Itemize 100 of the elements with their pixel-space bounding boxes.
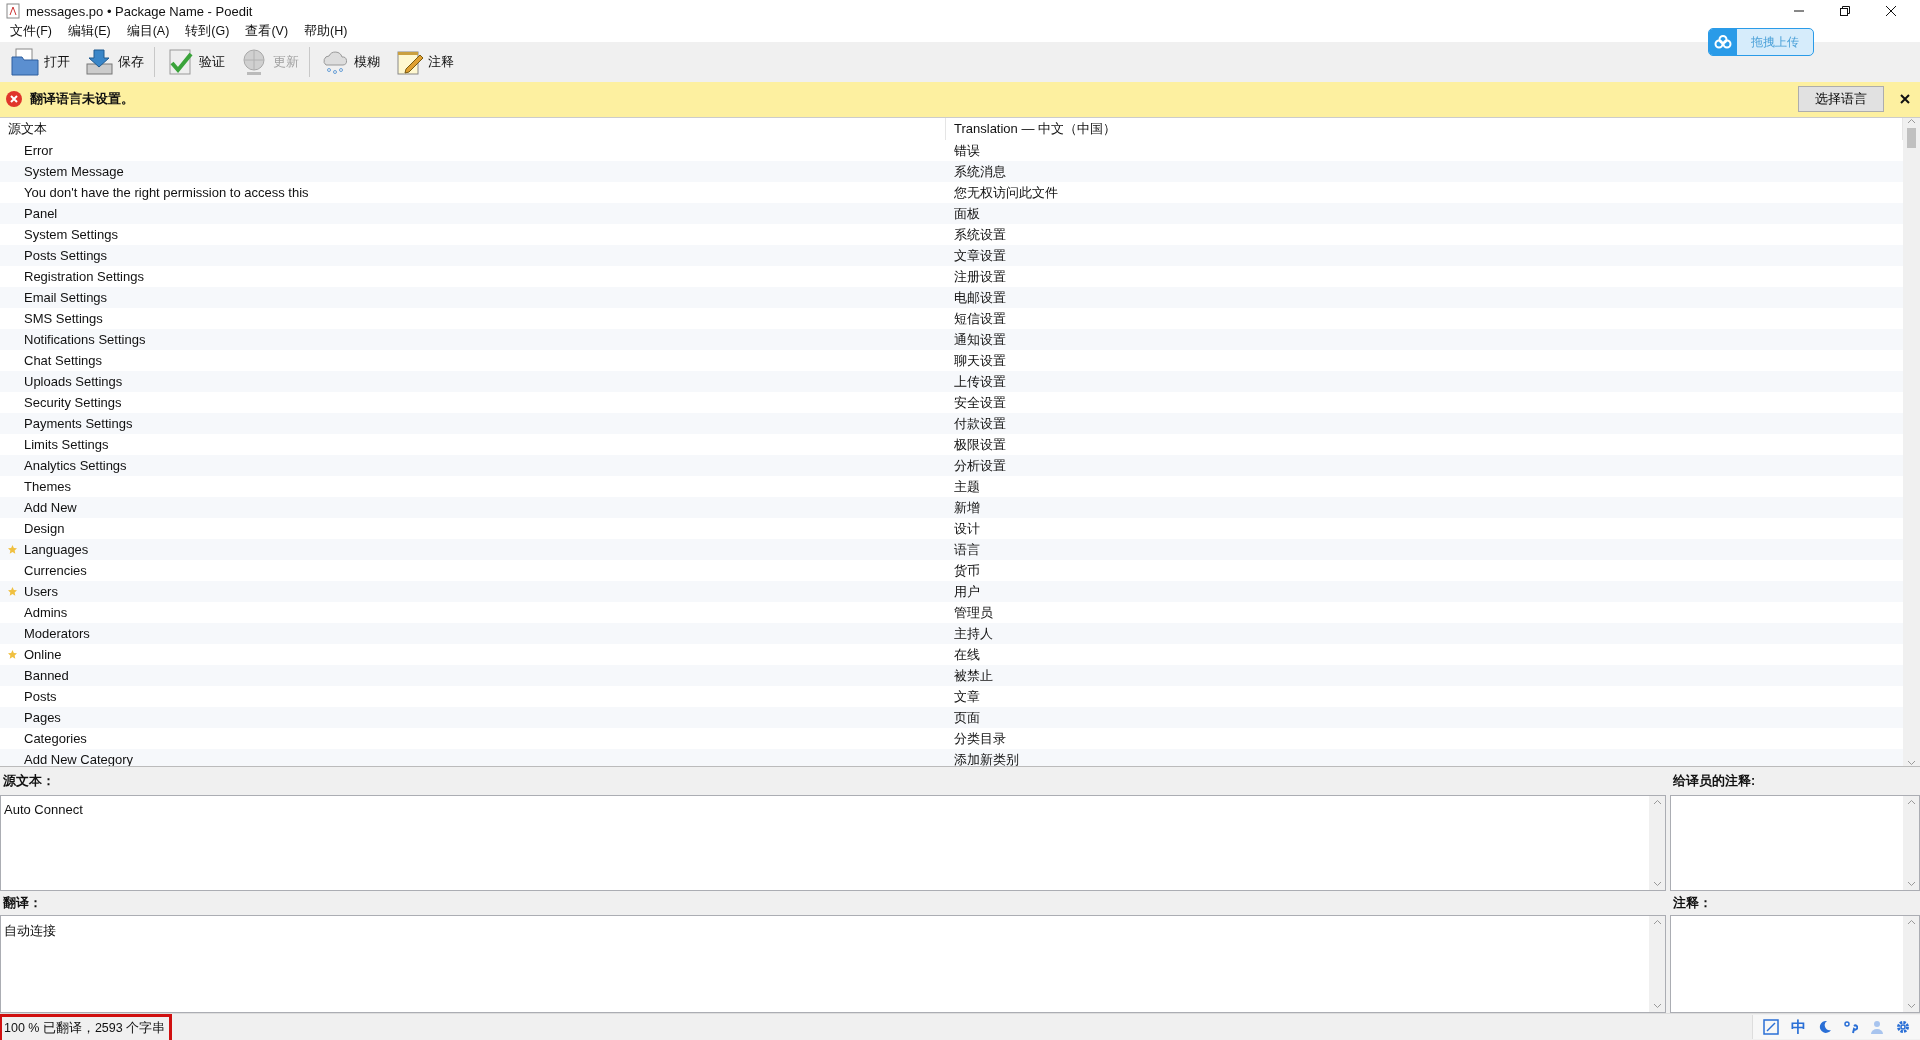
scrollbar-thumb[interactable] bbox=[1907, 128, 1916, 149]
comment-label: 注释： bbox=[1672, 894, 1713, 912]
toolbar-button[interactable]: 验证 bbox=[159, 43, 231, 80]
toolbar-button[interactable]: 保存 bbox=[78, 43, 150, 80]
folder-icon bbox=[10, 46, 40, 77]
scroll-up-icon[interactable] bbox=[1652, 919, 1662, 926]
translation-cell: 分析设置 bbox=[954, 456, 1006, 475]
close-icon[interactable] bbox=[1900, 94, 1910, 105]
translation-cell: 短信设置 bbox=[954, 309, 1006, 328]
translation-cell: 文章设置 bbox=[954, 246, 1006, 265]
menu-item[interactable]: 编目(A) bbox=[118, 23, 178, 41]
menu-item[interactable]: 转到(G) bbox=[177, 23, 238, 41]
pen-icon[interactable] bbox=[1763, 1019, 1779, 1036]
translation-cell: 被禁止 bbox=[954, 666, 993, 685]
source-cell: Email Settings bbox=[24, 290, 108, 306]
menu-item[interactable]: 编辑(E) bbox=[59, 23, 119, 41]
warning-message: 翻译语言未设置。 bbox=[30, 90, 135, 109]
source-cell: Posts bbox=[24, 689, 57, 705]
source-cell: Moderators bbox=[24, 626, 90, 642]
app-icon bbox=[6, 3, 20, 19]
scroll-up-icon[interactable] bbox=[1907, 118, 1916, 125]
drive-arrow-icon bbox=[84, 46, 114, 77]
source-cell: Pages bbox=[24, 710, 61, 726]
source-cell: Registration Settings bbox=[24, 269, 144, 285]
moon-icon[interactable] bbox=[1818, 1020, 1832, 1035]
menu-item[interactable]: 查看(V) bbox=[237, 23, 297, 41]
menu-item[interactable]: 帮助(H) bbox=[296, 23, 356, 41]
source-cell: Categories bbox=[24, 731, 87, 747]
source-cell: SMS Settings bbox=[24, 311, 103, 327]
translation-cell: 添加新类别 bbox=[954, 750, 1019, 767]
restore-icon[interactable] bbox=[1840, 6, 1850, 16]
source-cell: Admins bbox=[24, 605, 68, 621]
scroll-down-icon[interactable] bbox=[1906, 881, 1916, 888]
text-area[interactable] bbox=[1670, 795, 1920, 892]
scroll-up-icon[interactable] bbox=[1906, 919, 1916, 926]
source-cell: Notifications Settings bbox=[24, 332, 146, 348]
input-mode-indicator[interactable]: 中 bbox=[1791, 1017, 1806, 1037]
source-cell: Languages bbox=[24, 542, 89, 558]
translation-cell: 面板 bbox=[954, 204, 980, 223]
translation-cell: 系统设置 bbox=[954, 225, 1006, 244]
star-icon bbox=[8, 587, 17, 597]
toolbar-button[interactable]: 打开 bbox=[4, 43, 76, 80]
star-icon bbox=[8, 650, 17, 660]
translation-cell: 上传设置 bbox=[954, 372, 1006, 391]
user-icon[interactable] bbox=[1870, 1020, 1884, 1035]
source-cell: Design bbox=[24, 521, 65, 537]
source-cell: Panel bbox=[24, 206, 58, 222]
source-cell: Posts Settings bbox=[24, 248, 108, 264]
scroll-down-icon[interactable] bbox=[1907, 760, 1916, 767]
scroll-down-icon[interactable] bbox=[1652, 1003, 1662, 1010]
translation-cell: 电邮设置 bbox=[954, 288, 1006, 307]
translation-cell: 通知设置 bbox=[954, 330, 1006, 349]
toolbar-button[interactable]: 注释 bbox=[388, 43, 460, 80]
window-title: messages.po • Package Name - Poedit bbox=[26, 3, 254, 19]
choose-language-button[interactable]: 选择语言 bbox=[1798, 86, 1884, 113]
translation-cell: 新增 bbox=[954, 498, 980, 517]
source-cell: Add New Category bbox=[24, 752, 134, 767]
source-cell: Payments Settings bbox=[24, 416, 133, 432]
translation-cell: 在线 bbox=[954, 645, 980, 664]
source-cell: Currencies bbox=[24, 563, 87, 579]
upload-label: 拖拽上传 bbox=[1750, 33, 1800, 51]
translation-cell: 注册设置 bbox=[954, 267, 1006, 286]
scroll-down-icon[interactable] bbox=[1906, 1003, 1916, 1010]
cloud-icon bbox=[1714, 35, 1732, 49]
source-cell: Security Settings bbox=[24, 395, 122, 411]
source-cell: Banned bbox=[24, 668, 69, 684]
translation-cell: 付款设置 bbox=[954, 414, 1006, 433]
translation-cell: 系统消息 bbox=[954, 162, 1006, 181]
source-cell: Analytics Settings bbox=[24, 458, 127, 474]
translation-cell: 货币 bbox=[954, 561, 980, 580]
scroll-up-icon[interactable] bbox=[1906, 799, 1916, 806]
scrollbar[interactable] bbox=[1903, 118, 1920, 767]
translation-cell: 用户 bbox=[954, 582, 980, 601]
source-cell: Online bbox=[24, 647, 62, 663]
source-cell: Uploads Settings bbox=[24, 374, 123, 390]
close-icon[interactable] bbox=[1886, 6, 1896, 16]
settings-icon[interactable] bbox=[1896, 1020, 1910, 1035]
translation-cell: 您无权访问此文件 bbox=[954, 183, 1058, 202]
translation-cell: 极限设置 bbox=[954, 435, 1006, 454]
scroll-down-icon[interactable] bbox=[1652, 881, 1662, 888]
source-cell: Users bbox=[24, 584, 58, 600]
translation-cell: 文章 bbox=[954, 687, 980, 706]
punctuation-icon[interactable] bbox=[1844, 1020, 1858, 1035]
notes-label: 给译员的注释: bbox=[1672, 772, 1757, 790]
menu-item[interactable]: 文件(F) bbox=[2, 23, 60, 41]
translation-cell: 主题 bbox=[954, 477, 980, 496]
toolbar-button[interactable]: 模糊 bbox=[314, 43, 386, 80]
translation-cell: 安全设置 bbox=[954, 393, 1006, 412]
text-area[interactable]: Auto Connect bbox=[0, 795, 1666, 892]
source-cell: Add New bbox=[24, 500, 77, 516]
translation-cell: 聊天设置 bbox=[954, 351, 1006, 370]
scroll-up-icon[interactable] bbox=[1652, 799, 1662, 806]
translation-cell: 设计 bbox=[954, 519, 980, 538]
translation-cell: 主持人 bbox=[954, 624, 993, 643]
text-area[interactable] bbox=[1670, 915, 1920, 1014]
text-area[interactable]: 自动连接 bbox=[0, 915, 1666, 1014]
source-cell: Limits Settings bbox=[24, 437, 109, 453]
status-text: 100 % 已翻译，2593 个字串 bbox=[0, 1014, 173, 1040]
error-icon bbox=[6, 91, 22, 108]
source-cell: Chat Settings bbox=[24, 353, 103, 369]
